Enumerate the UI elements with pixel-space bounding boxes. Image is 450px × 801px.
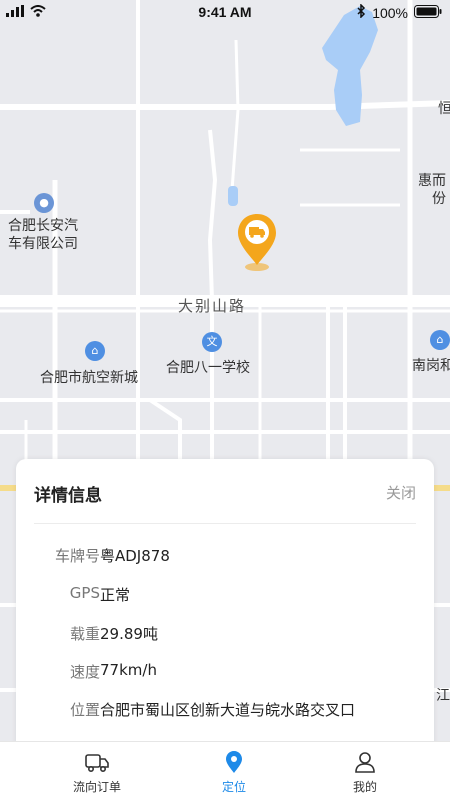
detail-value: 正常 [100,586,131,604]
edge-label-3: 份 [432,191,446,207]
location-pin-icon[interactable]: ● [34,193,54,213]
detail-row-load: 载重 29.89吨 [16,623,434,647]
truck-pin-icon [238,214,276,271]
poi-label-hangkong[interactable]: 合肥市航空新城 [40,369,138,387]
poi-label-nangang[interactable]: 南岗和 [412,357,450,375]
detail-label: GPS [69,584,100,602]
detail-label: 速度 [69,663,100,681]
tab-label: 定位 [221,780,246,794]
detail-row-gps: GPS 正常 [16,584,434,608]
battery-icon [414,4,442,21]
detail-row-plate: 车牌号 粤ADJ878 [16,545,434,569]
detail-value: 77km/h [100,661,157,679]
poi-label-changan[interactable]: 合肥长安汽 车有限公司 [8,217,78,253]
detail-label: 车牌号 [54,547,100,565]
bottom-nav: 流向订单 定位 我的 [0,741,450,801]
poi-label-bayi-school[interactable]: 合肥八一学校 [166,359,250,377]
vehicle-location-marker[interactable] [235,212,279,274]
poi-icon-edge[interactable]: ⌂ [430,330,450,350]
close-button[interactable]: 关闭 [386,482,416,503]
edge-label-2: 惠而 [418,173,446,189]
truck-icon [84,749,110,775]
status-bar: 9:41 AM 100% [0,0,450,26]
details-card: 详情信息 关闭 车牌号 粤ADJ878 GPS 正常 载重 29.89吨 速度 … [16,459,434,759]
user-icon [352,749,378,775]
battery-percent: 100% [372,4,408,21]
detail-label: 载重 [69,625,100,643]
tab-label: 流向订单 [72,780,121,794]
detail-value: 合肥市蜀山区创新大道与皖水路交叉口 [100,701,356,719]
detail-value: 粤ADJ878 [100,547,170,565]
tab-profile[interactable]: 我的 [290,742,440,801]
divider [34,523,416,524]
detail-value: 29.89吨 [100,625,158,643]
bluetooth-icon [356,3,366,21]
tab-location[interactable]: 定位 [159,742,309,801]
details-title: 详情信息 [34,486,102,506]
detail-row-location: 位置 合肥市蜀山区创新大道与皖水路交叉口 [16,699,434,723]
road-label: 大别山路 [178,297,247,315]
detail-label: 位置 [69,701,100,719]
school-poi-icon[interactable]: 文 [202,332,222,352]
location-pin-icon [221,749,247,775]
tab-orders[interactable]: 流向订单 [22,742,172,801]
edge-label-4: 江陵 [436,688,450,704]
detail-row-speed: 速度 77km/h [16,661,434,685]
tab-label: 我的 [352,780,377,794]
edge-label-1: 恒 [438,101,450,117]
status-right-group: 100% [356,3,442,21]
building-poi-icon[interactable]: ⌂ [85,341,105,361]
